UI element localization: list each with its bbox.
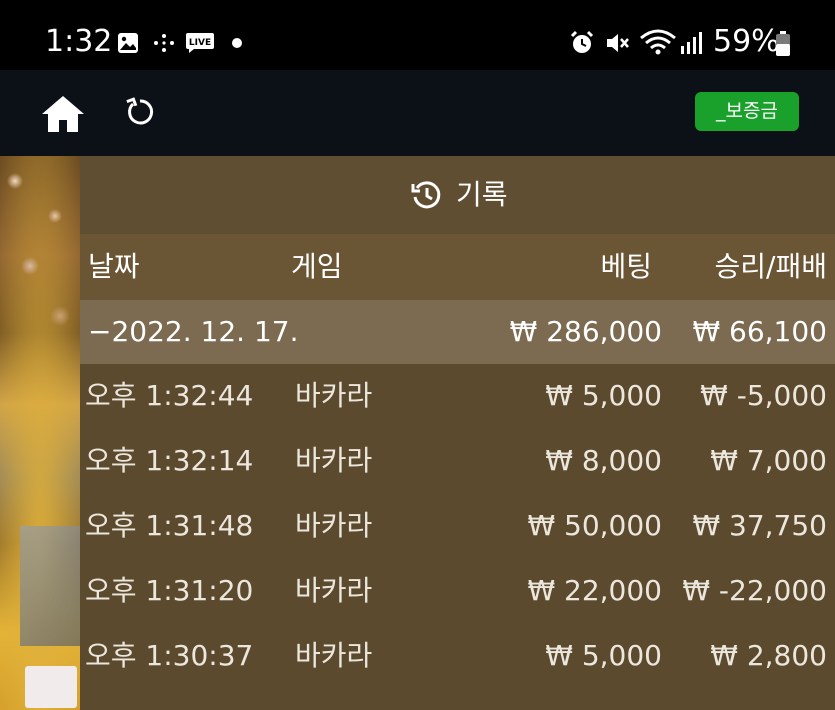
row-game: 바카라 [295,574,373,607]
image-icon [118,33,138,53]
sparkle-icon [154,34,174,52]
casino-background [0,156,80,710]
live-icon: LIVE [186,33,214,53]
date-group-row[interactable]: −2022. 12. 17. ₩ 286,000 ₩ 66,100 [80,300,835,364]
history-title: 기록 [456,178,508,211]
battery-percent: 59% [713,24,780,59]
background-chip-box [25,666,77,708]
date-group-win-loss-total: ₩ 66,100 [692,315,827,348]
column-header-bet: 베팅 [600,250,652,283]
row-time: 오후 1:32:44 [85,379,254,412]
row-game: 바카라 [295,379,373,412]
column-header-row: 날짜 게임 베팅 승리/패배 [80,234,835,300]
history-panel: 기록 날짜 게임 베팅 승리/패배 −2022. 12. 17. ₩ 286,0… [80,156,835,710]
row-result: ₩ 7,000 [710,444,827,477]
mute-icon [607,34,629,52]
status-bar: 1:32 LIVE 59% [0,0,835,70]
row-time: 오후 1:30:37 [85,639,254,672]
row-bet: ₩ 8,000 [545,444,662,477]
date-group-bet-total: ₩ 286,000 [509,315,662,348]
background-glass-panel [20,526,80,646]
date-group-label: −2022. 12. 17. [88,315,299,348]
row-time: 오후 1:31:48 [85,509,254,542]
refresh-icon[interactable] [124,96,156,128]
wifi-icon [640,29,676,55]
status-time: 1:32 [45,24,113,59]
table-row: 오후 1:30:37 바카라 ₩ 5,000 ₩ 2,800 [80,624,835,689]
row-bet: ₩ 22,000 [527,574,662,607]
dot-icon [232,38,242,48]
column-header-game: 게임 [291,250,343,283]
row-bet: ₩ 5,000 [545,379,662,412]
table-row: 오후 1:31:20 바카라 ₩ 22,000 ₩ -22,000 [80,559,835,624]
top-nav: _보증금 [0,70,835,156]
column-header-win-loss: 승리/패배 [714,250,827,283]
svg-text:LIVE: LIVE [189,38,211,48]
row-game: 바카라 [295,444,373,477]
alarm-icon [570,30,594,53]
deposit-button[interactable]: _보증금 [695,92,799,131]
row-time: 오후 1:32:14 [85,444,254,477]
row-game: 바카라 [295,639,373,672]
battery-icon [776,31,790,56]
column-header-date: 날짜 [88,250,140,283]
row-bet: ₩ 50,000 [527,509,662,542]
home-icon[interactable] [40,94,86,134]
row-time: 오후 1:31:20 [85,574,254,607]
history-header: 기록 [80,156,835,234]
row-result: ₩ -22,000 [682,574,827,607]
table-row: 오후 1:32:14 바카라 ₩ 8,000 ₩ 7,000 [80,429,835,494]
row-result: ₩ 37,750 [692,509,827,542]
row-game: 바카라 [295,509,373,542]
row-result: ₩ -5,000 [700,379,827,412]
history-icon [411,181,441,209]
table-row: 오후 1:32:44 바카라 ₩ 5,000 ₩ -5,000 [80,364,835,429]
row-result: ₩ 2,800 [710,639,827,672]
table-row: 오후 1:31:48 바카라 ₩ 50,000 ₩ 37,750 [80,494,835,559]
signal-icon [681,32,702,54]
row-bet: ₩ 5,000 [545,639,662,672]
